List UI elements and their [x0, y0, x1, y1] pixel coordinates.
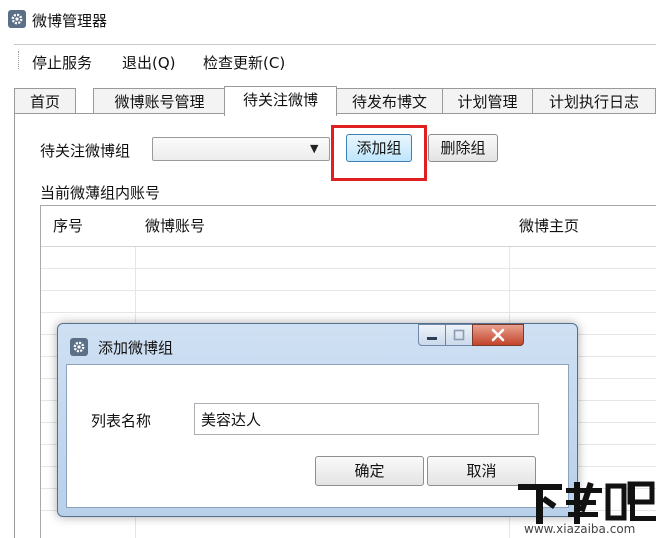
list-name-label: 列表名称	[91, 412, 152, 430]
dialog-title: 添加微博组	[98, 339, 174, 357]
highlight-box	[331, 125, 427, 181]
group-label: 待关注微博组	[40, 142, 131, 160]
tab-account-management[interactable]: 微博账号管理	[93, 88, 226, 114]
tab-plan-log[interactable]: 计划执行日志	[532, 88, 656, 114]
column-header-account[interactable]: 微博账号	[145, 206, 205, 246]
tab-strip: 首页 微博账号管理 待关注微博 待发布博文 计划管理 计划执行日志	[14, 86, 656, 116]
tab-pending-follow[interactable]: 待关注微博	[224, 86, 337, 116]
tab-plan-management[interactable]: 计划管理	[442, 88, 533, 114]
menu-stop-service[interactable]: 停止服务	[32, 52, 92, 73]
row-divider	[41, 268, 656, 269]
menu-grip	[18, 51, 21, 69]
tab-pending-publish[interactable]: 待发布博文	[336, 88, 443, 114]
gear-icon	[70, 338, 88, 356]
group-select[interactable]	[152, 137, 330, 161]
watermark-url: www.xiazaiba.com	[524, 522, 636, 536]
column-header-index[interactable]: 序号	[53, 206, 83, 246]
row-divider	[41, 312, 656, 313]
ok-button[interactable]: 确定	[315, 456, 424, 486]
row-divider	[41, 246, 656, 247]
maximize-icon	[453, 329, 465, 341]
column-header-homepage[interactable]: 微博主页	[519, 206, 579, 246]
menu-exit[interactable]: 退出(Q)	[122, 52, 176, 73]
close-button[interactable]	[472, 324, 524, 346]
maximize-button[interactable]	[445, 324, 473, 346]
menu-bar: 停止服务 退出(Q) 检查更新(C)	[14, 44, 656, 75]
menu-check-update[interactable]: 检查更新(C)	[203, 52, 285, 73]
close-icon	[491, 328, 505, 342]
gear-icon	[8, 10, 26, 28]
watermark-logo	[518, 478, 656, 526]
list-label: 当前微薄组内账号	[40, 184, 161, 202]
add-group-dialog: 添加微博组 列表名称 美容达人 确定 取消	[57, 323, 578, 517]
row-divider	[41, 290, 656, 291]
window-title: 微博管理器	[32, 12, 108, 30]
minimize-icon	[427, 337, 437, 340]
title-bar: 微博管理器	[0, 0, 656, 40]
chevron-down-icon: ▼	[310, 142, 319, 155]
tab-home[interactable]: 首页	[14, 88, 76, 114]
dialog-body: 列表名称 美容达人 确定 取消	[66, 364, 569, 508]
minimize-button[interactable]	[418, 324, 446, 346]
delete-group-button[interactable]: 删除组	[428, 134, 498, 162]
list-name-input[interactable]: 美容达人	[194, 403, 539, 435]
